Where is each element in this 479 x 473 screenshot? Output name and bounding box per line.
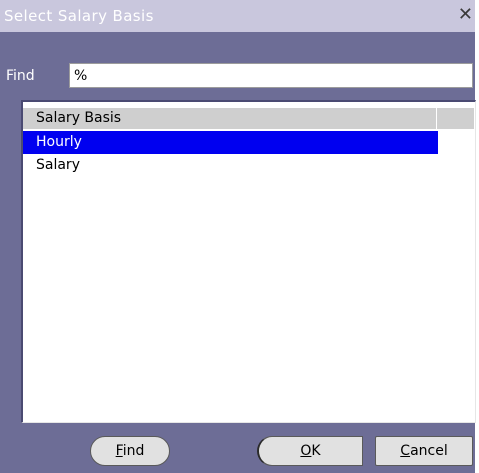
results-list: Salary Basis Hourly Salary <box>21 100 476 423</box>
list-header: Salary Basis <box>23 108 474 129</box>
cancel-button[interactable]: Cancel <box>375 436 473 466</box>
cancel-button-mnemonic: C <box>400 443 411 459</box>
ok-button[interactable]: OK <box>257 436 363 466</box>
close-icon[interactable]: ✕ <box>458 4 473 25</box>
find-button[interactable]: Find <box>90 436 170 466</box>
find-button-label: ind <box>122 443 145 459</box>
ok-button-mnemonic: O <box>300 443 312 459</box>
cancel-button-label: ancel <box>410 443 448 459</box>
list-item-salary[interactable]: Salary <box>23 154 438 177</box>
ok-button-label: K <box>311 443 321 459</box>
select-salary-basis-dialog: Select Salary Basis ✕ Find Salary Basis … <box>0 0 476 473</box>
find-button-mnemonic: F <box>115 443 123 459</box>
dialog-title: Select Salary Basis <box>4 7 154 25</box>
column-header-salary-basis[interactable]: Salary Basis <box>23 108 437 129</box>
list-item-hourly[interactable]: Hourly <box>23 131 438 154</box>
column-header-filler <box>438 108 474 129</box>
find-input[interactable] <box>69 63 473 88</box>
find-label: Find <box>6 68 35 84</box>
title-bar[interactable]: Select Salary Basis ✕ <box>0 0 475 32</box>
